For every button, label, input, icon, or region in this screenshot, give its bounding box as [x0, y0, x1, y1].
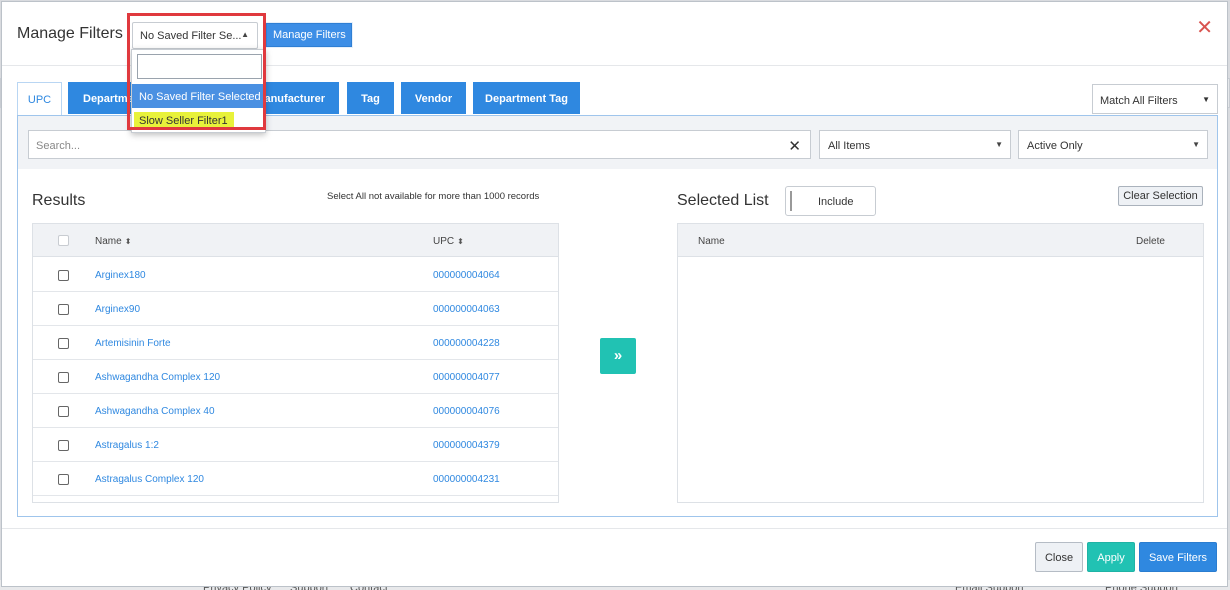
results-table: Name ⬍ UPC ⬍ Arginex180 000000004064 Argin…	[32, 223, 559, 503]
selected-list-title: Selected List	[677, 192, 769, 209]
row-checkbox[interactable]	[58, 270, 69, 281]
table-row: Ashwagandha Complex 120 000000004077	[33, 360, 558, 394]
table-row: Astragalus 1:2 000000004379	[33, 428, 558, 462]
item-name-link[interactable]: Astragalus 1:2	[95, 440, 159, 451]
sort-icon: ⬍	[124, 237, 132, 246]
item-upc-link[interactable]: 000000004076	[433, 406, 500, 417]
dropdown-option-slow-seller-filter[interactable]: Slow Seller Filter1	[134, 112, 234, 130]
saved-filter-value: No Saved Filter Se...	[140, 30, 242, 42]
item-upc-link[interactable]: 000000004228	[433, 338, 500, 349]
double-chevron-right-icon: »	[613, 347, 623, 364]
tab-department-tag[interactable]: Department Tag	[473, 82, 580, 114]
row-checkbox[interactable]	[58, 440, 69, 451]
selected-delete-column-header: Delete	[1136, 236, 1165, 247]
row-checkbox[interactable]	[58, 304, 69, 315]
caret-down-icon: ▼	[1202, 95, 1210, 104]
save-filters-button[interactable]: Save Filters	[1139, 542, 1217, 572]
tab-tag[interactable]: Tag	[347, 82, 394, 114]
close-icon[interactable]: ✕	[1196, 18, 1213, 38]
clear-search-icon[interactable]: ✕	[788, 137, 801, 155]
select-all-checkbox[interactable]	[58, 235, 69, 246]
row-checkbox[interactable]	[58, 474, 69, 485]
caret-up-icon: ▲	[241, 30, 249, 39]
active-select-value: Active Only	[1027, 140, 1083, 152]
modal-footer: Close Apply Save Filters	[2, 528, 1227, 586]
results-title: Results	[32, 192, 86, 209]
selected-name-column-header: Name	[698, 236, 725, 247]
manage-filters-button[interactable]: Manage Filters	[266, 23, 352, 47]
item-upc-link[interactable]: 000000004063	[433, 304, 500, 315]
items-select[interactable]: All Items ▼	[819, 130, 1011, 159]
search-placeholder: Search...	[36, 140, 81, 152]
match-filters-select[interactable]: Match All Filters ▼	[1092, 84, 1218, 114]
row-checkbox[interactable]	[58, 406, 69, 417]
caret-down-icon: ▼	[1192, 140, 1200, 149]
selected-list-table: Name Delete	[677, 223, 1204, 503]
results-table-header: Name ⬍ UPC ⬍	[33, 224, 558, 257]
item-name-link[interactable]: Arginex180	[95, 270, 146, 281]
clear-selection-button[interactable]: Clear Selection	[1118, 186, 1203, 206]
name-column-header[interactable]: Name ⬍	[95, 236, 131, 247]
upc-column-header[interactable]: UPC ⬍	[433, 236, 464, 247]
item-upc-link[interactable]: 000000004077	[433, 372, 500, 383]
item-name-link[interactable]: Astragalus Complex 120	[95, 474, 204, 485]
item-name-link[interactable]: Ashwagandha Complex 120	[95, 372, 220, 383]
row-checkbox[interactable]	[58, 338, 69, 349]
move-selected-button[interactable]: »	[600, 338, 636, 374]
modal-title: Manage Filters	[17, 25, 123, 42]
table-row: Arginex90 000000004063	[33, 292, 558, 326]
include-label: Include	[818, 196, 854, 208]
apply-button[interactable]: Apply	[1087, 542, 1135, 572]
row-checkbox[interactable]	[58, 372, 69, 383]
item-name-link[interactable]: Artemisinin Forte	[95, 338, 171, 349]
dropdown-option-no-saved-filter[interactable]: No Saved Filter Selected	[132, 84, 265, 108]
active-status-select[interactable]: Active Only ▼	[1018, 130, 1208, 159]
results-note: Select All not available for more than 1…	[327, 191, 540, 202]
saved-filter-select[interactable]: No Saved Filter Se... ▲	[132, 22, 258, 49]
close-button[interactable]: Close	[1035, 542, 1083, 572]
table-row: Ashwagandha Complex 40 000000004076	[33, 394, 558, 428]
item-upc-link[interactable]: 000000004231	[433, 474, 500, 485]
selected-table-header: Name Delete	[678, 224, 1203, 257]
table-row: Artemisinin Forte 000000004228	[33, 326, 558, 360]
tab-upc[interactable]: UPC	[17, 82, 62, 115]
sort-icon: ⬍	[457, 237, 464, 246]
search-input[interactable]: Search... ✕	[28, 130, 811, 159]
include-toggle[interactable]: Include	[785, 186, 876, 216]
item-name-link[interactable]: Ashwagandha Complex 40	[95, 406, 215, 417]
match-filters-value: Match All Filters	[1100, 95, 1178, 107]
filter-panel: Search... ✕ All Items ▼ Active Only ▼ Re…	[17, 115, 1218, 517]
table-row: Astragalus Complex 120 000000004231	[33, 462, 558, 496]
caret-down-icon: ▼	[995, 140, 1003, 149]
item-upc-link[interactable]: 000000004379	[433, 440, 500, 451]
toggle-knob	[790, 191, 792, 211]
saved-filter-dropdown: No Saved Filter Selected Slow Seller Fil…	[131, 49, 266, 133]
item-name-link[interactable]: Arginex90	[95, 304, 140, 315]
dropdown-search-input[interactable]	[137, 54, 262, 79]
table-row: Arginex180 000000004064	[33, 258, 558, 292]
tab-vendor[interactable]: Vendor	[401, 82, 466, 114]
item-upc-link[interactable]: 000000004064	[433, 270, 500, 281]
manage-filters-modal: Manage Filters No Saved Filter Se... ▲ M…	[1, 1, 1228, 587]
items-select-value: All Items	[828, 140, 871, 152]
